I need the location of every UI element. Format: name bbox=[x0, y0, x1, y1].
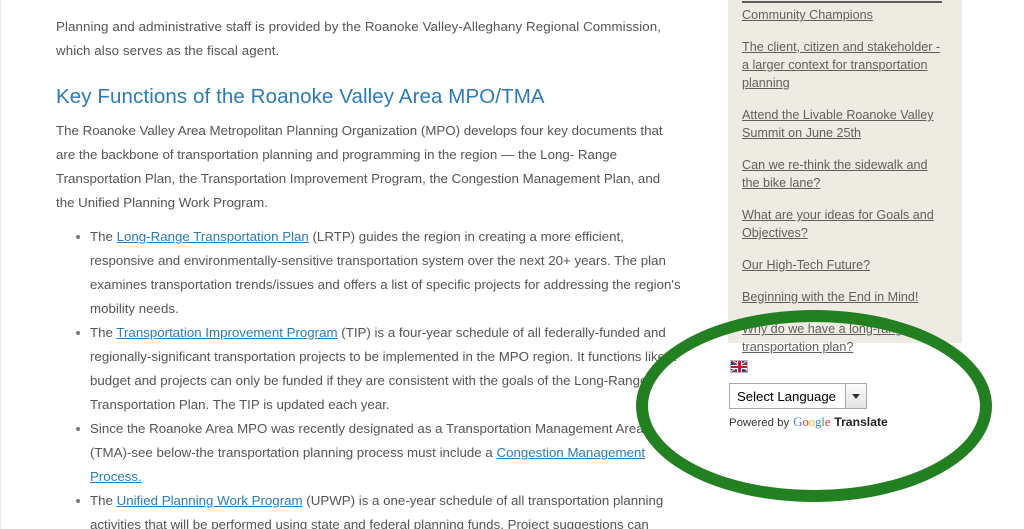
sidebar-item-goals-and-objectives[interactable]: What are your ideas for Goals and Object… bbox=[742, 208, 934, 240]
sidebar-item-client-citizen-stakeholder[interactable]: The client, citizen and stakeholder - a … bbox=[742, 40, 940, 90]
list-item: Beginning with the End in Mind! bbox=[742, 288, 946, 306]
powered-by-google-translate: Powered by Google Translate bbox=[729, 414, 959, 430]
link-long-range-transportation-plan[interactable]: Long-Range Transportation Plan bbox=[117, 229, 309, 244]
sidebar-recent-posts: Community Champions The client, citizen … bbox=[728, 0, 962, 354]
bullet-text-pre: The bbox=[90, 229, 117, 244]
list-item: Since the Roanoke Area MPO was recently … bbox=[76, 417, 681, 489]
lede-paragraph: Planning and administrative staff is pro… bbox=[56, 19, 662, 58]
key-functions-list: The Long-Range Transportation Plan (LRTP… bbox=[56, 225, 681, 529]
sidebar-item-long-range-transportation-plan[interactable]: Why do we have a long-range transportati… bbox=[742, 322, 909, 354]
sidebar-link-list: Community Champions The client, citizen … bbox=[728, 0, 962, 356]
bullet-text-pre: The bbox=[90, 325, 117, 340]
list-item: Can we re-think the sidewalk and the bik… bbox=[742, 156, 946, 192]
list-item: What are your ideas for Goals and Object… bbox=[742, 206, 946, 242]
page-title: Key Functions of the Roanoke Valley Area… bbox=[56, 85, 545, 108]
sidebar-divider bbox=[742, 1, 942, 3]
translate-label: Translate bbox=[834, 415, 888, 429]
powered-by-label: Powered by bbox=[729, 417, 790, 429]
google-wordmark: Google bbox=[793, 414, 831, 429]
list-item: Our High-Tech Future? bbox=[742, 256, 946, 274]
list-item: The Unified Planning Work Program (UPWP)… bbox=[76, 489, 681, 529]
list-item: The client, citizen and stakeholder - a … bbox=[742, 38, 946, 92]
link-transportation-improvement-program[interactable]: Transportation Improvement Program bbox=[116, 325, 337, 340]
chevron-down-icon[interactable] bbox=[845, 384, 866, 408]
article-content: Planning and administrative staff is pro… bbox=[56, 0, 681, 529]
language-select[interactable]: Select Language bbox=[729, 383, 867, 409]
language-select-value: Select Language bbox=[737, 388, 836, 404]
page-root: Planning and administrative staff is pro… bbox=[0, 0, 1024, 529]
sidebar-item-livable-roanoke-summit[interactable]: Attend the Livable Roanoke Valley Summit… bbox=[742, 108, 934, 140]
sidebar-item-community-champions[interactable]: Community Champions bbox=[742, 8, 873, 22]
page-left-border bbox=[0, 0, 1, 529]
sidebar-item-high-tech-future[interactable]: Our High-Tech Future? bbox=[742, 258, 870, 272]
list-item: Community Champions bbox=[742, 6, 946, 24]
list-item: Why do we have a long-range transportati… bbox=[742, 320, 946, 356]
intro-paragraph: The Roanoke Valley Area Metropolitan Pla… bbox=[56, 123, 663, 210]
list-item: The Transportation Improvement Program (… bbox=[76, 321, 681, 417]
link-unified-planning-work-program[interactable]: Unified Planning Work Program bbox=[117, 493, 303, 508]
sidebar-item-sidewalk-bike-lane[interactable]: Can we re-think the sidewalk and the bik… bbox=[742, 158, 928, 190]
list-item: The Long-Range Transportation Plan (LRTP… bbox=[76, 225, 681, 321]
bullet-text-pre: The bbox=[90, 493, 117, 508]
list-item: Attend the Livable Roanoke Valley Summit… bbox=[742, 106, 946, 142]
sidebar-item-beginning-with-the-end-in-mind[interactable]: Beginning with the End in Mind! bbox=[742, 290, 918, 304]
google-translate-widget: Select Language Powered by Google Transl… bbox=[729, 360, 959, 430]
uk-flag-icon bbox=[730, 360, 748, 373]
